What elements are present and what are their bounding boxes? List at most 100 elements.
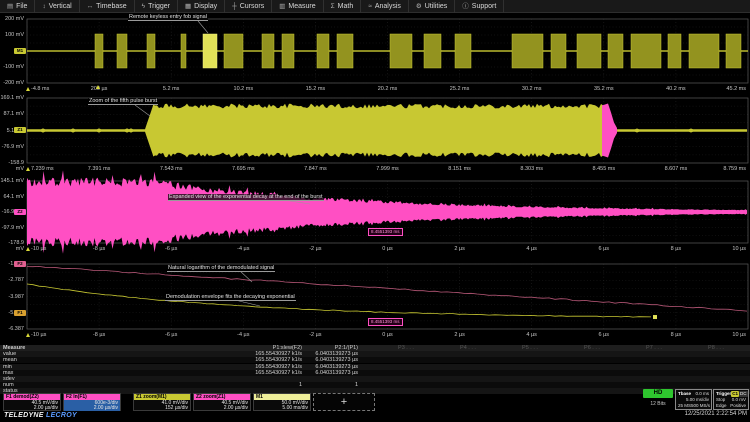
descriptor-z1[interactable]: Z1 zoom(M1)41.0 mV/div152 µs/div — [133, 393, 191, 411]
param-header-p8[interactable]: P8 . . . — [708, 345, 724, 351]
measure-row: num11 — [0, 382, 750, 388]
panel-log-decay-analysis[interactable] — [27, 264, 748, 329]
x-axis-label: 4 µs — [526, 332, 537, 338]
menu-item-support[interactable]: ⓘSupport — [455, 0, 504, 13]
brand-logo: TELEDYNE LECROY — [4, 412, 77, 419]
y-axis-label: 100 mV — [0, 32, 24, 38]
menu-item-measure[interactable]: ▥Measure — [272, 0, 323, 13]
menu-item-cursors[interactable]: ┼Cursors — [225, 0, 272, 13]
descriptor-f2[interactable]: F2 ln(F1)600e-3/div2.00 µs/div — [63, 393, 121, 411]
measure-value-p1: 165.55430927 k1/s — [255, 364, 302, 370]
x-axis-label: 6 µs — [599, 246, 610, 252]
hd-label: HD — [654, 390, 663, 396]
menu-item-file[interactable]: ▤File — [0, 0, 35, 13]
param-header-p7[interactable]: P7 . . . — [646, 345, 662, 351]
timebase-samplerate: 500 MS/s — [691, 403, 710, 409]
panel-rf-burst-overview[interactable] — [27, 19, 748, 83]
param-header-p1[interactable]: P1:slew(F2) — [273, 345, 302, 351]
x-axis-label: 5.2 ms — [163, 86, 180, 92]
x-axis-label: -10 µs — [31, 332, 46, 338]
x-axis-label: 7.391 ms — [88, 166, 111, 172]
descriptor-body: 41.0 mV/div152 µs/div — [134, 400, 190, 411]
x-axis-label: 25.2 ms — [450, 86, 470, 92]
x-axis-label: -2 µs — [309, 332, 321, 338]
descriptor-hscale: 2.00 µs/div — [4, 406, 60, 412]
y-axis-label: -3.987 — [0, 294, 24, 300]
trace-offset-tag-f2[interactable]: F2 — [14, 261, 26, 267]
measure-value-p1: 165.55430927 k1/s — [255, 357, 302, 363]
descriptor-z2[interactable]: Z2 zoom(Z1)40.5 mV/div2.00 µs/div — [193, 393, 251, 411]
param-header-p2[interactable]: P2:1/(P1) — [335, 345, 358, 351]
menu-item-vertical[interactable]: ↕Vertical — [35, 0, 79, 13]
y-axis-label: -97.9 mV — [0, 225, 24, 231]
trace-descriptors: F1 demod(Z2)40.5 mV/div2.00 µs/divF2 ln(… — [0, 392, 750, 412]
menu-label-math: Math — [338, 0, 354, 13]
x-axis-label: 8.303 ms — [520, 166, 543, 172]
x-axis-label: 15.2 ms — [306, 86, 326, 92]
measure-row-label: mean — [3, 357, 17, 363]
param-header-p3[interactable]: P3 . . . — [398, 345, 414, 351]
x-axis-label: -10 µs — [31, 246, 46, 252]
measure-row: Measure P1:slew(F2) P2:1/(P1) P3 . . . P4 . … — [0, 345, 750, 351]
menu-label-trigger: Trigger — [148, 0, 170, 13]
menu-item-trigger[interactable]: ϟTrigger — [135, 0, 178, 13]
x-axis-label: 10 µs — [732, 246, 746, 252]
menu-item-utilities[interactable]: ⚙Utilities — [409, 0, 455, 13]
x-axis-label: -8 µs — [93, 246, 105, 252]
x-axis-label: 200 µs — [91, 86, 108, 92]
trace-offset-tag-z1[interactable]: Z1 — [14, 127, 26, 133]
descriptor-f1[interactable]: F1 demod(Z2)40.5 mV/div2.00 µs/div — [3, 393, 61, 411]
trigger-position-marker — [26, 333, 30, 337]
trigger-position-marker — [26, 247, 30, 251]
measure-row-label: num — [3, 382, 14, 388]
add-trace-button[interactable]: + — [313, 393, 375, 411]
vertical-icon: ↕ — [42, 0, 45, 13]
param-header-p5[interactable]: P5 . . . — [522, 345, 538, 351]
x-axis-label: 8.151 ms — [448, 166, 471, 172]
x-axis-label: 7.999 ms — [376, 166, 399, 172]
cursors-icon: ┼ — [232, 0, 237, 13]
menu-label-analysis: Analysis — [375, 0, 401, 13]
param-header-p6[interactable]: P6 . . . — [584, 345, 600, 351]
measure-row-label: value — [3, 351, 16, 357]
hd-resolution-badge[interactable]: HD — [643, 389, 673, 398]
measure-row-label: max — [3, 370, 13, 376]
x-axis-label: 7.239 ms — [31, 166, 54, 172]
measure-table-title: Measure — [3, 345, 25, 351]
menu-item-math[interactable]: ΣMath — [324, 0, 362, 13]
x-axis-label: 8.759 ms — [723, 166, 746, 172]
x-axis-label: -8 µs — [93, 332, 105, 338]
param-header-p4[interactable]: P4 . . . — [460, 345, 476, 351]
hd-bits-label: 12 Bits — [641, 401, 675, 407]
trace-offset-tag-m1[interactable]: M1 — [14, 48, 26, 54]
x-axis-label: 4 µs — [526, 246, 537, 252]
datetime-label: 12/25/2021 2:22:54 PM — [685, 411, 747, 417]
measure-row: min165.55430927 k1/s6.0403139273 µs — [0, 364, 750, 370]
timebase-summary-box[interactable]: Tbase0.0 ms 5.00 ms/div 25 MS500 MS/s — [675, 389, 712, 410]
measure-table: Measure P1:slew(F2) P2:1/(P1) P3 . . . P4 . … — [0, 344, 750, 393]
trigger-slope: Positive — [730, 403, 746, 409]
x-axis-label: 2 µs — [454, 332, 465, 338]
trigger-summary-box[interactable]: TriggerC1DC Stop0.0 mV EdgePositive — [713, 389, 749, 410]
trace-offset-tag-f1[interactable]: F1 — [14, 310, 26, 316]
descriptor-hscale: 2.00 µs/div — [194, 406, 250, 412]
trace-offset-tag-z2[interactable]: Z2 — [14, 209, 26, 215]
menu-label-support: Support — [472, 0, 497, 13]
y-axis-label: -2.787 — [0, 277, 24, 283]
menu-item-timebase[interactable]: ↔Timebase — [80, 0, 135, 13]
y-axis-label: -200 mV — [0, 80, 24, 86]
y-axis-label: -76.9 mV — [0, 144, 24, 150]
measure-row-label: sdev — [3, 376, 15, 382]
menu-item-analysis[interactable]: ≈Analysis — [361, 0, 409, 13]
x-axis-label: 7.847 ms — [304, 166, 327, 172]
x-axis-label: 2 µs — [454, 246, 465, 252]
analysis-icon: ≈ — [368, 0, 372, 13]
panel-zoom-fifth-burst[interactable] — [27, 98, 748, 163]
panel-demod-decay-expanded[interactable] — [27, 181, 748, 243]
menu-item-display[interactable]: ▦Display — [178, 0, 225, 13]
descriptor-m1[interactable]: M150.0 mV/div5.00 ms/div — [253, 393, 311, 411]
x-axis-label: 20.2 ms — [378, 86, 398, 92]
measure-row: max165.55430927 k1/s6.0403139273 µs — [0, 370, 750, 376]
x-axis-label: -2 µs — [309, 246, 321, 252]
brand-lecroy: LECROY — [46, 412, 77, 419]
